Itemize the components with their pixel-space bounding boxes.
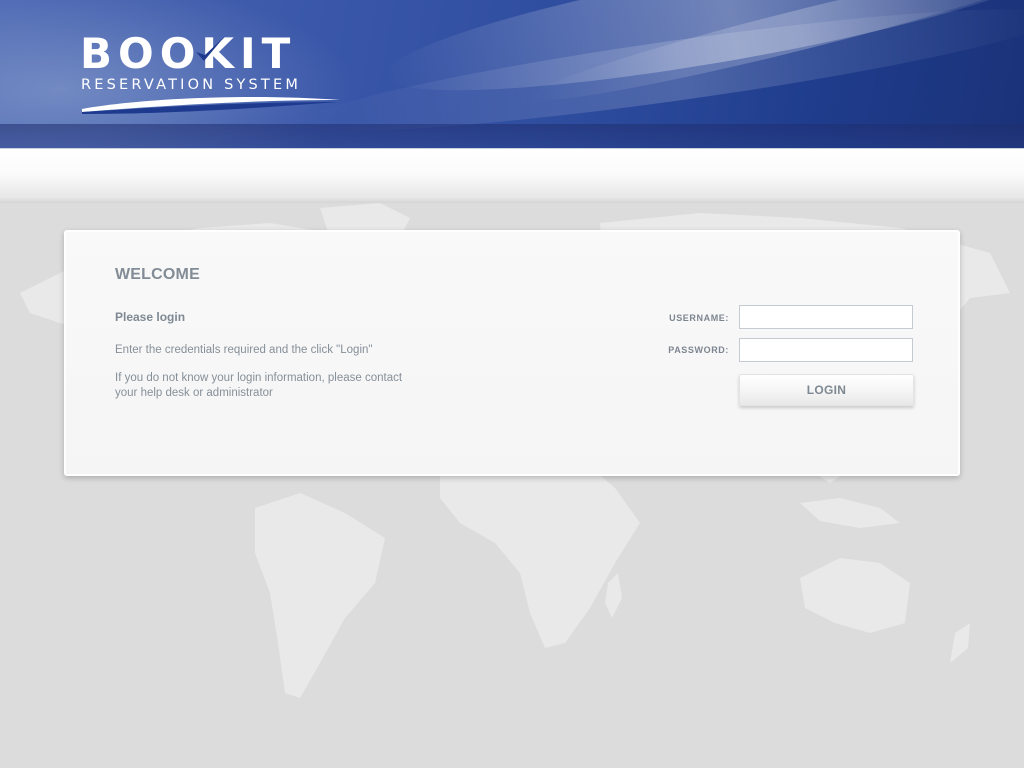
swoosh-icon [82, 97, 340, 114]
header-banner: BOOKIT RESERVATION SYSTEM [0, 0, 1024, 148]
password-label: PASSWORD: [668, 345, 729, 355]
bookit-logo: BOOKIT RESERVATION SYSTEM [80, 32, 342, 116]
checkmark-icon [196, 36, 225, 61]
password-input[interactable] [739, 338, 913, 362]
instructions-text: Enter the credentials required and the c… [115, 344, 373, 356]
login-panel: WELCOME Please login Enter the credentia… [64, 230, 960, 476]
username-input[interactable] [739, 305, 913, 329]
help-text: If you do not know your login informatio… [115, 372, 403, 399]
header-subbar [0, 148, 1024, 203]
welcome-heading: WELCOME [115, 266, 200, 283]
header-band [0, 124, 1024, 148]
please-login-text: Please login [115, 310, 186, 324]
logo-subtitle: RESERVATION SYSTEM [81, 77, 302, 93]
login-button[interactable]: LOGIN [739, 374, 914, 406]
username-label: USERNAME: [669, 313, 729, 323]
